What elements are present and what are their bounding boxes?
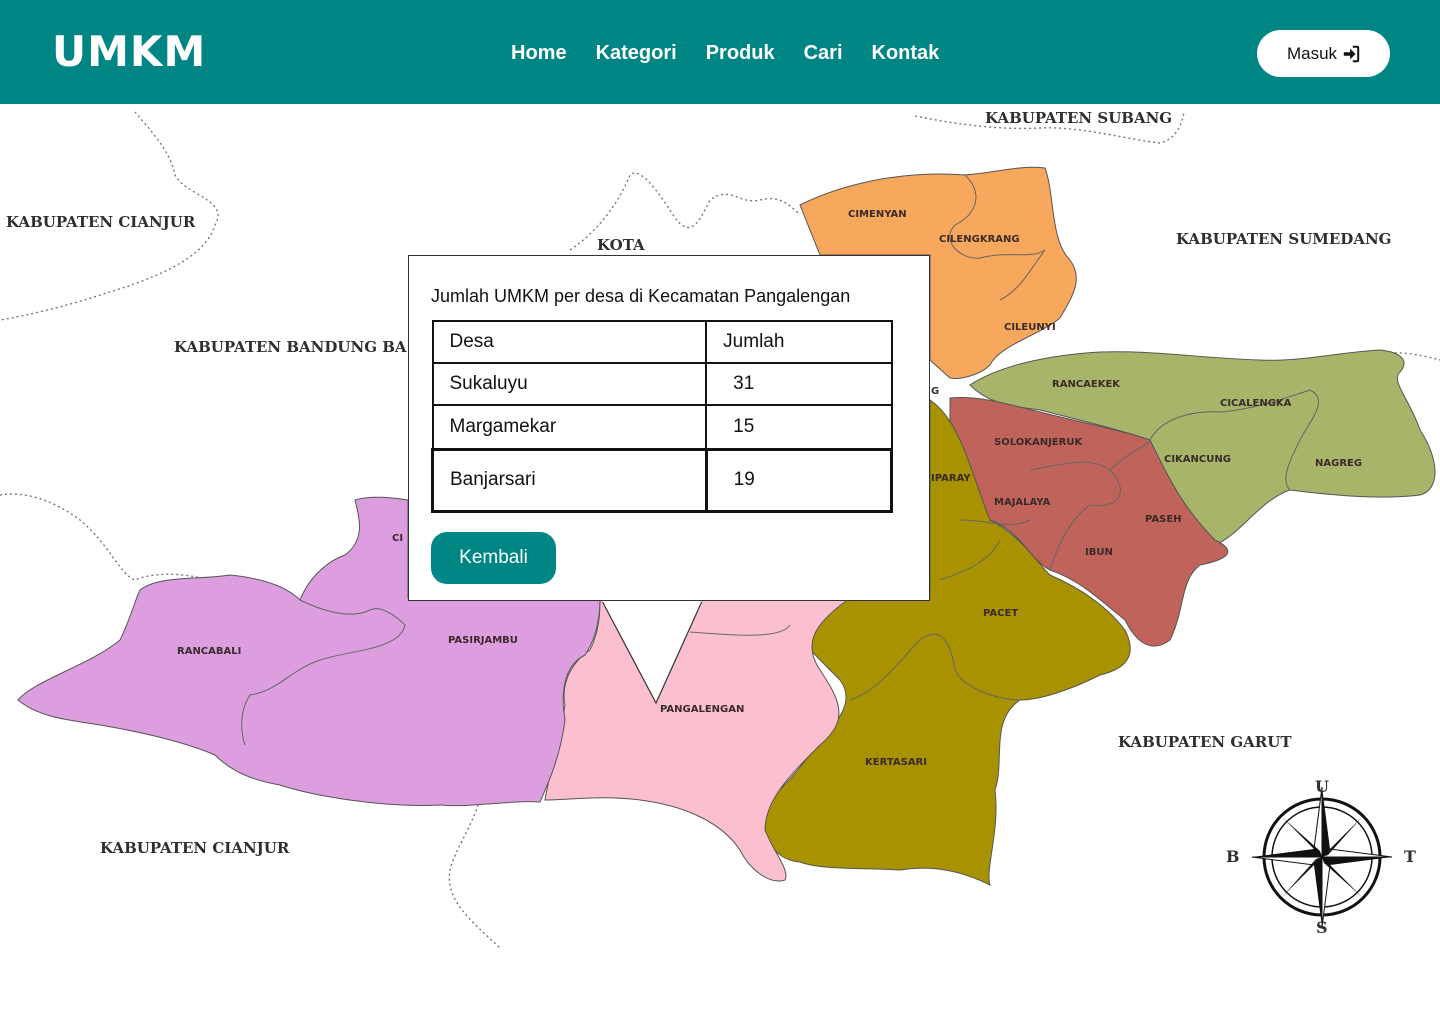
district-label: CILEUNYI xyxy=(1004,322,1056,333)
login-label: Masuk xyxy=(1286,43,1338,63)
popup-title: Jumlah UMKM per desa di Kecamatan Pangal… xyxy=(431,286,851,306)
table-row: Sukaluyu 31 xyxy=(431,362,893,406)
district-label: PACET xyxy=(983,608,1018,619)
nav-produk[interactable]: Produk xyxy=(706,38,775,68)
compass-south-label: S xyxy=(1316,918,1328,937)
region-label: KABUPATEN GARUT xyxy=(1118,733,1292,751)
table-cell-jumlah: 19 xyxy=(704,447,894,513)
umkm-table: Desa Jumlah Sukaluyu 31 Margamekar 15 Ba… xyxy=(431,320,894,513)
district-label: IBUN xyxy=(1085,547,1113,558)
district-label: RANCABALI xyxy=(177,646,241,657)
district-label: KERTASARI xyxy=(865,757,927,768)
district-label: RANCAEKEK xyxy=(1052,379,1121,390)
district-label: SOLOKANJERUK xyxy=(994,437,1083,448)
region-label: KABUPATEN SUMEDANG xyxy=(1176,230,1391,248)
table-header-desa: Desa xyxy=(431,320,708,364)
district-label: G xyxy=(931,386,939,397)
district-label: IPARAY xyxy=(931,473,971,484)
table-cell-jumlah: 31 xyxy=(705,362,893,406)
login-button[interactable]: Masuk xyxy=(1257,30,1390,77)
main-nav: Home Kategori Produk Cari Kontak xyxy=(511,38,939,68)
sign-in-icon xyxy=(1343,45,1360,62)
top-navbar: UMKM Home Kategori Produk Cari Kontak Ma… xyxy=(0,0,1440,104)
compass-rose-icon xyxy=(1251,786,1393,928)
district-label: PANGALENGAN xyxy=(660,704,744,715)
district-label: CIMENYAN xyxy=(848,209,907,220)
district-label: MAJALAYA xyxy=(994,497,1051,508)
nav-cari[interactable]: Cari xyxy=(804,38,843,68)
region-label: KABUPATEN BANDUNG BA xyxy=(174,338,407,356)
region-label: KABUPATEN CIANJUR xyxy=(6,213,196,231)
compass-north-label: U xyxy=(1315,777,1329,796)
district-label: CIKANCUNG xyxy=(1164,454,1231,465)
table-row: Margamekar 15 xyxy=(431,404,893,450)
table-header-row: Desa Jumlah xyxy=(431,320,893,364)
district-label: PASIRJAMBU xyxy=(448,635,518,646)
region-label: KABUPATEN SUBANG xyxy=(985,109,1172,127)
district-info-popup: Jumlah UMKM per desa di Kecamatan Pangal… xyxy=(408,255,930,601)
boundary-line xyxy=(448,799,501,949)
compass-west-label: B xyxy=(1226,847,1240,866)
table-cell-desa: Banjarsari xyxy=(431,447,708,513)
nav-home[interactable]: Home xyxy=(511,38,567,68)
site-logo[interactable]: UMKM xyxy=(52,26,206,78)
nav-kontak[interactable]: Kontak xyxy=(872,38,940,68)
back-button[interactable]: Kembali xyxy=(431,532,556,584)
table-cell-desa: Margamekar xyxy=(431,404,708,450)
table-row: Banjarsari 19 xyxy=(431,447,894,513)
compass-east-label: T xyxy=(1404,847,1416,866)
district-label: CICALENGKA xyxy=(1220,398,1292,409)
district-label: PASEH xyxy=(1145,514,1182,525)
district-label: CILENGKRANG xyxy=(939,234,1020,245)
table-cell-desa: Sukaluyu xyxy=(431,362,708,406)
district-label: NAGREG xyxy=(1315,458,1362,469)
popup-pointer xyxy=(600,599,704,705)
table-cell-jumlah: 15 xyxy=(705,404,893,450)
nav-kategori[interactable]: Kategori xyxy=(596,38,677,68)
district-label: CI xyxy=(392,533,403,544)
boundary-line xyxy=(0,493,211,581)
region-label: KOTA xyxy=(597,236,645,254)
region-label: KABUPATEN CIANJUR xyxy=(100,839,290,857)
table-header-jumlah: Jumlah xyxy=(705,320,893,364)
